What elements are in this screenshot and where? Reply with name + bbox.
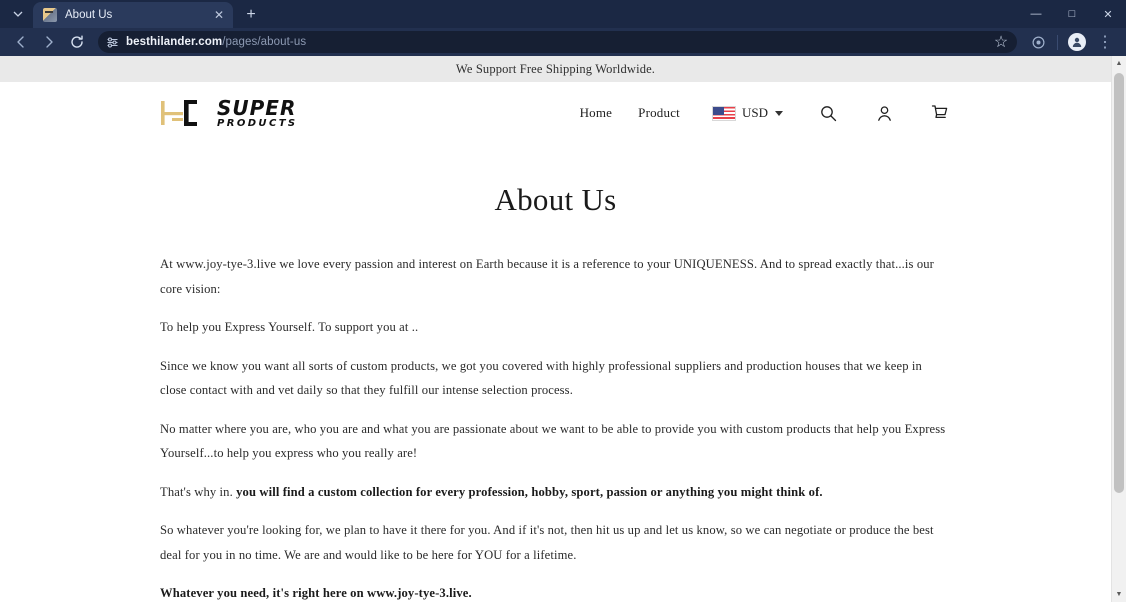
logo-mark-icon: [161, 100, 197, 126]
shopping-cart-icon: [931, 105, 948, 119]
paragraph-2: To help you Express Yourself. To support…: [160, 320, 419, 335]
about-body-copy: At www.joy-tye-3.live we love every pass…: [160, 224, 951, 602]
window-controls: — □ ✕: [1018, 0, 1126, 28]
chevron-down-icon: [13, 11, 23, 17]
site-settings-icon: [107, 36, 117, 48]
maximize-button[interactable]: □: [1054, 0, 1090, 28]
forward-button[interactable]: [36, 30, 62, 54]
paragraph-3: Since we know you want all sorts of cust…: [160, 358, 922, 398]
paragraph-5: That's why in. you will find a custom co…: [160, 480, 951, 505]
browser-tab[interactable]: About Us ✕: [33, 2, 233, 28]
site-favicon: [43, 8, 57, 22]
browser-window: About Us ✕ + — □ ✕ besthilander.com/page…: [0, 0, 1126, 602]
paragraph-1: At www.joy-tye-3.live we love every pass…: [160, 257, 934, 296]
web-page: We Support Free Shipping Worldwide. SUPE…: [0, 56, 1111, 602]
cart-icon[interactable]: [929, 102, 951, 124]
minimize-button[interactable]: —: [1018, 0, 1054, 28]
magnifier-icon: [820, 105, 836, 121]
site-header: SUPER PRODUCTS Home Product USD: [0, 82, 1111, 144]
chevron-down-icon: [775, 110, 783, 116]
extensions-button[interactable]: [1025, 30, 1051, 54]
logo-line-2: PRODUCTS: [217, 117, 298, 129]
reload-icon: [71, 35, 83, 48]
back-button[interactable]: [8, 30, 34, 54]
main-navigation: Home Product USD: [580, 102, 951, 124]
main-content: About Us At www.joy-tye-3.live we love e…: [0, 144, 1111, 602]
forward-arrow-icon: [46, 36, 53, 48]
person-outline-icon: [877, 105, 891, 121]
back-arrow-icon: [17, 36, 24, 48]
search-icon[interactable]: [817, 102, 839, 124]
paragraph-5-lead: That's why in.: [160, 484, 237, 499]
tab-title: About Us: [65, 9, 113, 21]
logo-line-1: SUPER: [217, 95, 297, 120]
browser-menu-button[interactable]: ⋮: [1092, 30, 1118, 54]
paragraph-7-strong: Whatever you need, it's right here on ww…: [160, 586, 472, 601]
account-icon[interactable]: [873, 102, 895, 124]
paragraph-5-strong: you will find a custom collection for ev…: [236, 484, 823, 499]
paragraph-7: Whatever you need, it's right here on ww…: [160, 581, 951, 602]
paragraph-6: So whatever you're looking for, we plan …: [160, 523, 934, 562]
url-text: besthilander.com/pages/about-us: [126, 36, 306, 48]
paragraph-4: No matter where you are, who you are and…: [160, 421, 946, 461]
announcement-bar: We Support Free Shipping Worldwide.: [0, 56, 1111, 82]
currency-selector[interactable]: USD: [711, 105, 783, 121]
scroll-down-button[interactable]: ▼: [1112, 587, 1126, 602]
bookmark-icon[interactable]: ☆: [993, 34, 1009, 51]
page-title: About Us: [494, 182, 617, 217]
tab-strip: About Us ✕ + — □ ✕: [0, 0, 1126, 28]
tune-icon[interactable]: [105, 35, 119, 49]
browser-toolbar: besthilander.com/pages/about-us ☆ ⋮: [0, 28, 1126, 56]
nav-item-home[interactable]: Home: [580, 105, 613, 121]
url-domain: besthilander.com: [126, 36, 223, 48]
page-viewport: We Support Free Shipping Worldwide. SUPE…: [0, 56, 1126, 602]
logo-wordmark: SUPER PRODUCTS: [217, 98, 298, 129]
person-icon: [1072, 37, 1082, 47]
currency-code: USD: [741, 105, 768, 120]
tab-search-button[interactable]: [5, 3, 31, 25]
new-tab-button[interactable]: +: [239, 3, 263, 27]
address-bar[interactable]: besthilander.com/pages/about-us ☆: [98, 31, 1017, 53]
page-scrollbar[interactable]: ▲ ▼: [1111, 56, 1126, 602]
site-logo[interactable]: SUPER PRODUCTS: [160, 96, 298, 130]
reload-button[interactable]: [64, 30, 90, 54]
close-window-button[interactable]: ✕: [1090, 0, 1126, 28]
avatar: [1068, 33, 1086, 51]
nav-item-product[interactable]: Product: [638, 105, 680, 121]
us-flag-icon: [711, 105, 736, 121]
toolbar-divider: [1057, 34, 1058, 50]
profile-button[interactable]: [1064, 30, 1090, 54]
scrollbar-thumb[interactable]: [1114, 73, 1124, 493]
scroll-up-button[interactable]: ▲: [1112, 56, 1126, 71]
close-tab-icon[interactable]: ✕: [211, 7, 227, 23]
extensions-icon: [1031, 35, 1045, 49]
url-path: /pages/about-us: [222, 36, 307, 48]
